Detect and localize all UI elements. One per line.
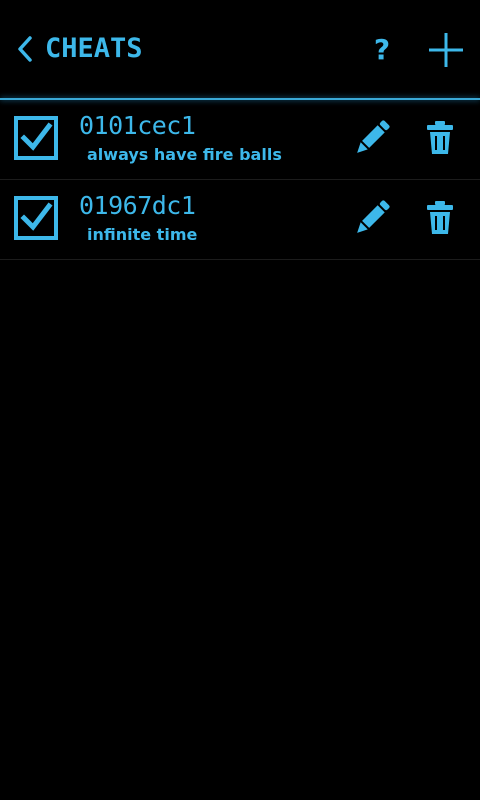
cheat-description: always have fire balls	[87, 145, 282, 164]
delete-cheat-button[interactable]	[424, 120, 456, 156]
checkbox-checked-icon	[14, 196, 58, 240]
delete-cheat-button[interactable]	[424, 200, 456, 236]
pencil-icon	[357, 200, 390, 233]
edit-cheat-button[interactable]	[352, 118, 392, 158]
cheat-list: 0101cec1 always have fire balls 01967dc1…	[0, 100, 480, 260]
cheat-code: 0101cec1	[79, 111, 196, 140]
app-header: CHEATS ?	[0, 0, 480, 98]
plus-icon	[429, 33, 463, 67]
trash-icon	[427, 201, 453, 234]
help-button[interactable]: ?	[364, 28, 400, 72]
cheat-row[interactable]: 0101cec1 always have fire balls	[0, 100, 480, 180]
add-cheat-button[interactable]	[426, 30, 466, 70]
chevron-left-icon	[18, 36, 32, 62]
back-button[interactable]	[14, 34, 38, 64]
cheat-enabled-checkbox[interactable]	[14, 196, 58, 240]
cheat-row[interactable]: 01967dc1 infinite time	[0, 180, 480, 260]
edit-cheat-button[interactable]	[352, 198, 392, 238]
checkbox-checked-icon	[14, 116, 58, 160]
cheat-code: 01967dc1	[79, 191, 196, 220]
cheat-description: infinite time	[87, 225, 198, 244]
page-title: CHEATS	[45, 33, 143, 64]
cheat-enabled-checkbox[interactable]	[14, 116, 58, 160]
trash-icon	[427, 121, 453, 154]
pencil-icon	[357, 120, 390, 153]
